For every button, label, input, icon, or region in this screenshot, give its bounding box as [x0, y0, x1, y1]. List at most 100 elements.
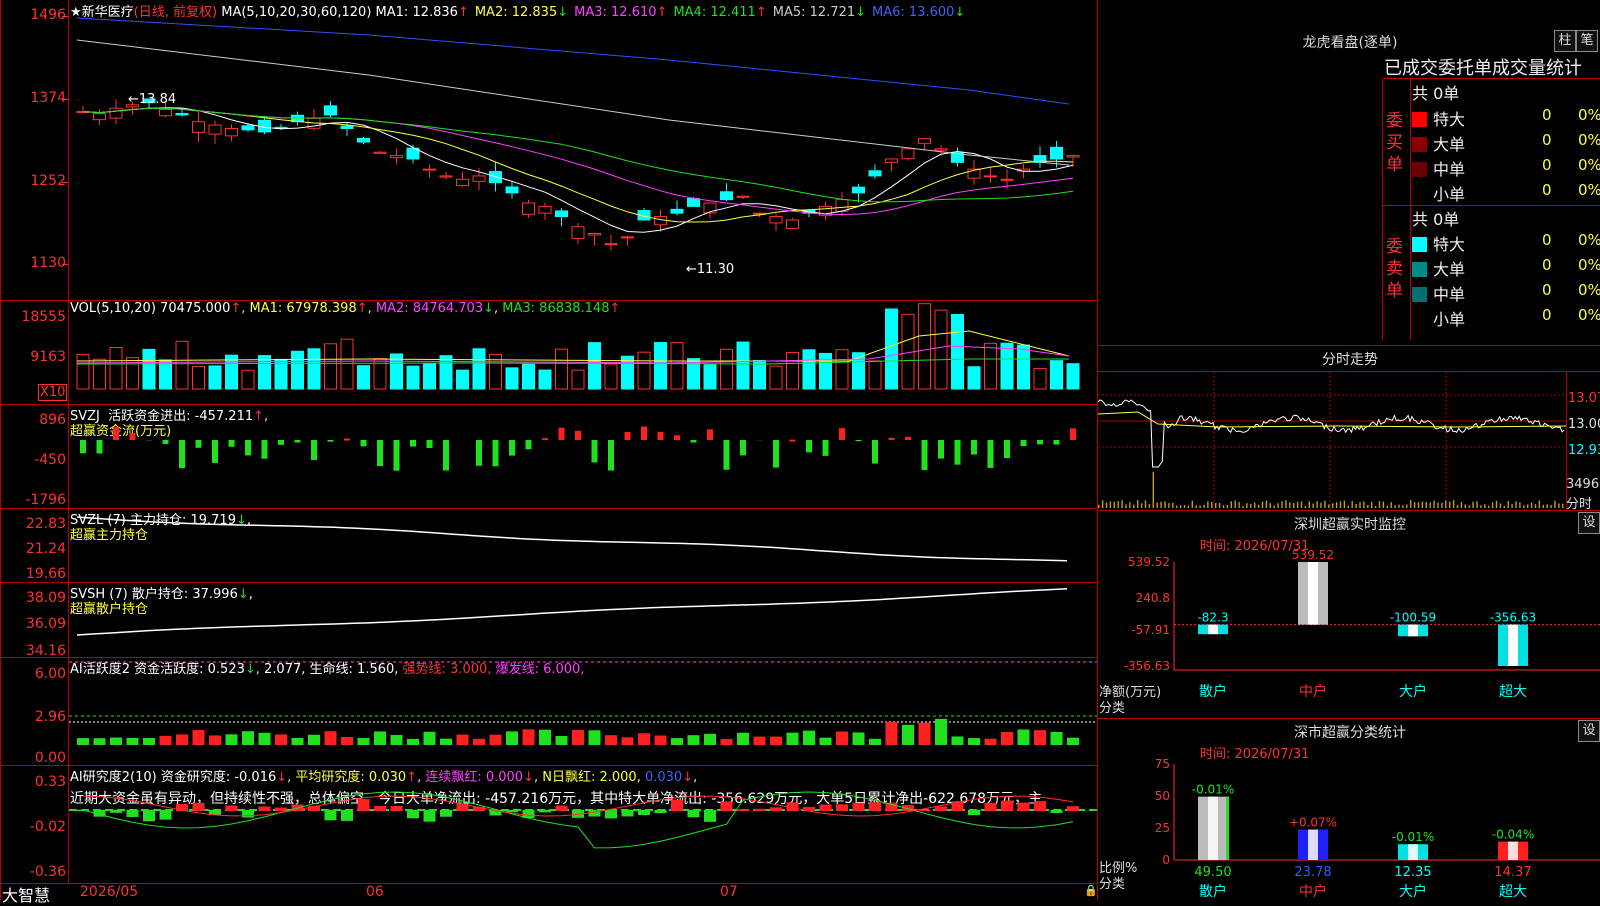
candle-body: [374, 152, 386, 153]
tick-mode-button[interactable]: 笔: [1576, 30, 1598, 52]
activity-bar: [391, 735, 403, 745]
volume-bar: [688, 359, 700, 389]
sellrows-row: 大单: [1412, 256, 1465, 280]
capital-flow-chart[interactable]: [69, 405, 1097, 508]
activity-bar: [539, 730, 551, 745]
intraday-volume-bar: [1461, 502, 1462, 508]
intraday-volume-bar: [1153, 472, 1154, 508]
activity-bar: [935, 719, 947, 745]
activity-bar: [770, 737, 782, 745]
row-pct: 0%: [1578, 131, 1600, 149]
flow-bar-out: [212, 440, 218, 463]
main-holding-chart[interactable]: [69, 509, 1097, 582]
activity-bar: [803, 731, 815, 745]
activity-bar: [1018, 730, 1030, 745]
net-value-label: -100.59: [1390, 611, 1436, 625]
flow-bar-in: [344, 439, 350, 441]
monitor-settings-button[interactable]: 设: [1578, 512, 1600, 534]
flow-bar-out: [443, 440, 449, 471]
research-bar: [143, 810, 155, 821]
volume-bar: [325, 344, 337, 389]
main-axis-tick-4: [62, 264, 68, 265]
net-category-label: 超大: [1499, 684, 1527, 700]
flow-bar-in: [559, 428, 565, 440]
flow-bar-in: [839, 428, 845, 440]
bar-mode-button[interactable]: 柱: [1554, 30, 1576, 52]
intraday-volume-bar: [1519, 502, 1520, 508]
volume-bar: [160, 360, 172, 389]
activity-bar: [325, 731, 337, 745]
activity-bar: [341, 737, 353, 745]
activity-bar: [292, 738, 304, 745]
net-amount-chart[interactable]: 539.52240.8-57.91-356.63-82.3散户539.52中户-…: [1098, 548, 1600, 718]
ma60-line: [77, 40, 1069, 165]
flow-bar-out: [740, 440, 746, 455]
volume-bar: [589, 343, 601, 389]
classify-settings-button[interactable]: 设: [1578, 720, 1600, 742]
intraday-volume-bar: [1550, 505, 1551, 508]
brand-logo: 大智慧: [2, 882, 50, 906]
intraday-volume-bar: [1430, 503, 1431, 508]
volume-chart[interactable]: [69, 301, 1097, 404]
ma30-line: [83, 108, 1073, 202]
research-bar: [1001, 801, 1013, 811]
intraday-volume-bar: [1355, 504, 1356, 508]
volume-bar: [556, 349, 568, 389]
ratio-change-label: -0.01%: [1192, 783, 1234, 797]
flow-bar-out: [80, 440, 86, 453]
intraday-volume-bar: [1258, 505, 1259, 508]
research-bar: [259, 807, 271, 811]
intraday-volume-bar: [1270, 503, 1271, 508]
volume-bar: [358, 366, 370, 389]
intraday-volume-bar: [1398, 505, 1399, 508]
intraday-volume-bar: [1531, 503, 1532, 508]
row-count: 0: [1542, 106, 1552, 124]
intraday-volume-bar: [1118, 501, 1119, 508]
research-chart[interactable]: [69, 766, 1097, 883]
intraday-volume-bar: [1453, 500, 1454, 508]
intraday-volume-bar: [1262, 502, 1263, 508]
research-bar: [968, 810, 980, 815]
volume-bar: [308, 349, 320, 389]
intraday-volume-bar: [1504, 506, 1505, 508]
activity-chart[interactable]: [69, 658, 1097, 765]
research-bar: [1034, 801, 1046, 811]
sellrows-row: 中单: [1412, 281, 1465, 305]
flow-bar-out: [872, 440, 878, 464]
intraday-volume-bar: [1363, 502, 1364, 508]
candlestick-chart[interactable]: [69, 0, 1097, 300]
intraday-volume-bar: [1219, 503, 1220, 508]
candle-body: [589, 234, 601, 235]
ratio-bar-highlight: [1208, 797, 1218, 860]
activity-bar: [688, 735, 700, 745]
date-label-may: 2026/05: [80, 884, 138, 900]
research-bar: [358, 799, 370, 811]
activity-bar: [869, 739, 881, 745]
flow-bar-out: [1054, 440, 1060, 445]
buyrows-row: 特大: [1412, 106, 1465, 130]
price-line: [1098, 400, 1564, 467]
ai2-axis-1: 0.33: [0, 774, 66, 790]
classify-title: 深市超赢分类统计: [1260, 722, 1440, 742]
flow-bar-out: [608, 440, 614, 471]
candle-body: [160, 110, 172, 116]
intraday-volume-bar: [1133, 505, 1134, 508]
candle-body: [523, 203, 535, 214]
intraday-volume-bar: [1488, 506, 1489, 508]
research-bar: [638, 810, 650, 815]
research-bar: [704, 810, 716, 822]
activity-bar: [638, 733, 650, 745]
buyrows-row: 小单: [1412, 181, 1465, 205]
flow-bar-out: [509, 440, 515, 456]
intraday-chart[interactable]: [1098, 372, 1566, 510]
flow-bar-out: [493, 440, 499, 466]
research-bar: [506, 810, 518, 812]
intraday-volume-bar: [1445, 500, 1446, 508]
flow-bar-out: [955, 440, 961, 465]
volume-bar: [457, 370, 469, 389]
retail-holding-chart[interactable]: [69, 583, 1097, 657]
lock-icon[interactable]: 🔒: [1084, 884, 1098, 897]
intraday-volume-bar: [1223, 505, 1224, 508]
research-bar: [374, 806, 386, 811]
ratio-chart[interactable]: 7550250-0.01%49.50散户+0.07%23.78中户-0.01%1…: [1098, 756, 1600, 900]
